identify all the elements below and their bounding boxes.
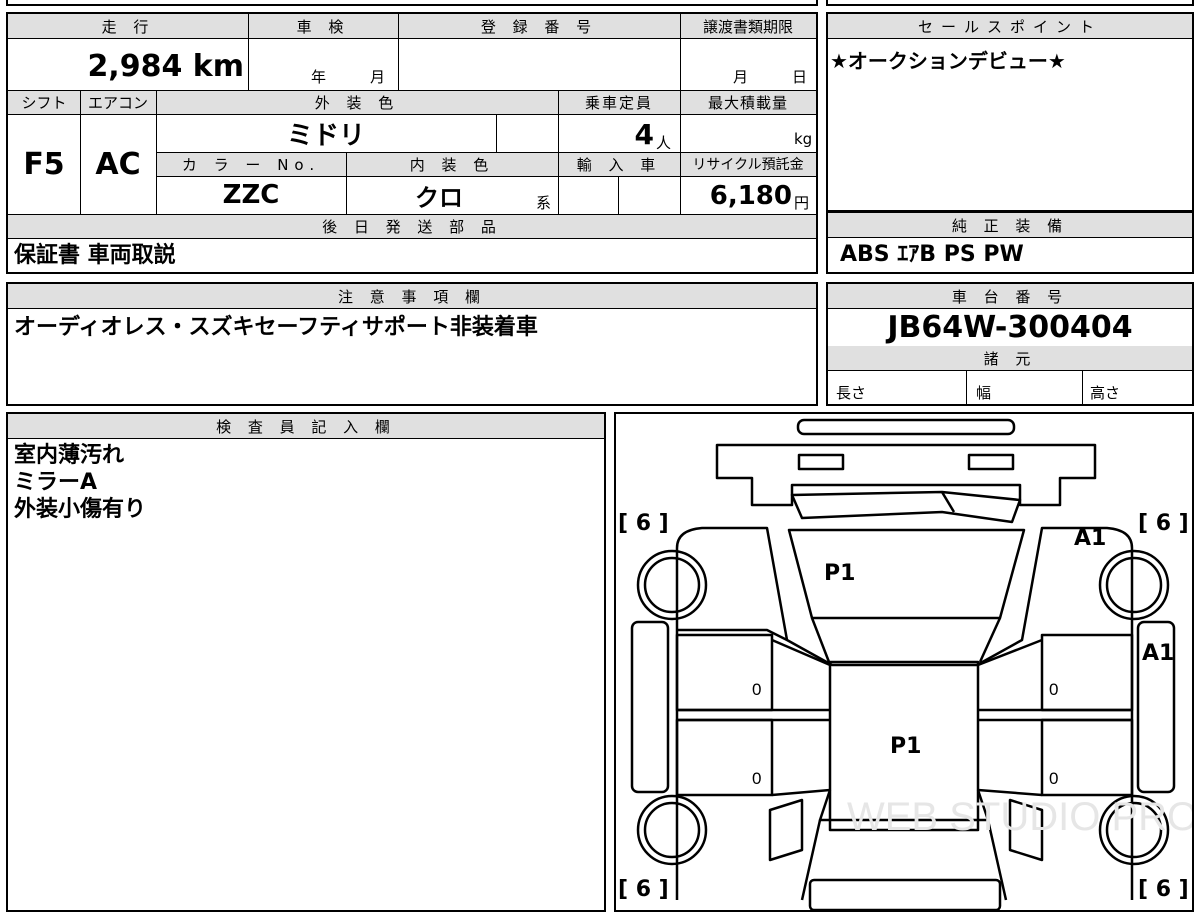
registration-header: 登 録 番 号 bbox=[398, 14, 680, 38]
capacity-header: 乗車定員 bbox=[558, 90, 680, 114]
cowl bbox=[790, 490, 1022, 524]
inspector-header: 検 査 員 記 入 欄 bbox=[8, 414, 604, 438]
import-header: 輸 入 車 bbox=[558, 152, 680, 176]
door-rear-right-mark: 0 bbox=[1049, 769, 1058, 788]
max-load-header: 最大積載量 bbox=[680, 90, 816, 114]
color-no-header: カ ラ ー No. bbox=[156, 152, 346, 176]
inspection-header: 車 検 bbox=[248, 14, 398, 38]
inspector-notes: 室内薄汚れ ミラーA 外装小傷有り bbox=[14, 442, 594, 523]
watermark: WEB STUDIO PRO bbox=[847, 795, 1192, 839]
shift-value: F5 bbox=[23, 146, 65, 182]
shift-header: シフト bbox=[8, 90, 80, 114]
inspection-year-unit: 年 bbox=[311, 68, 327, 86]
chassis-number: JB64W-300404 bbox=[887, 309, 1133, 345]
exterior-color-header: 外 装 色 bbox=[156, 90, 558, 114]
inspector-panel: 検 査 員 記 入 欄 室内薄汚れ ミラーA 外装小傷有り bbox=[6, 412, 606, 912]
sales-point-header: セールスポイント bbox=[828, 14, 1192, 38]
tire-front-left bbox=[636, 549, 708, 621]
mileage-value: 2,984 km bbox=[87, 49, 244, 84]
left-fender bbox=[630, 620, 670, 794]
aircon-header: エアコン bbox=[80, 90, 156, 114]
recycle-header: リサイクル預託金 bbox=[680, 152, 816, 176]
front-bumper bbox=[796, 418, 1016, 436]
width-label: 幅 bbox=[976, 384, 992, 402]
standard-equipment-text: ABS ｴｱB PS PW bbox=[840, 242, 1024, 267]
inspector-line: 室内薄汚れ bbox=[14, 443, 125, 468]
tire-rear-left bbox=[636, 794, 708, 866]
sales-point-text: ★オークションデビュー★ bbox=[830, 49, 1066, 73]
front-right-damage-mark: A1 bbox=[1074, 526, 1106, 551]
chassis-panel: 車 台 番 号 JB64W-300404 諸 元 長さ 幅 高さ bbox=[826, 282, 1194, 406]
spec-header: 諸 元 bbox=[828, 346, 1192, 370]
front-grille-frame bbox=[715, 443, 1097, 507]
tire-front-right bbox=[1098, 549, 1170, 621]
exterior-color-value: ミドリ bbox=[286, 120, 365, 151]
car-diagram-panel: WEB STUDIO PRO [ 6 ] [ 6 ] [ 6 ] [ 6 ] P… bbox=[614, 412, 1194, 912]
notes-header: 注 意 事 項 欄 bbox=[8, 284, 816, 308]
max-load-unit: kg bbox=[794, 130, 813, 148]
interior-color-suffix: 系 bbox=[536, 194, 552, 212]
tire-label-front-left: [ 6 ] bbox=[618, 511, 669, 536]
door-rear-left-mark: 0 bbox=[752, 769, 761, 788]
top-remnant-right bbox=[826, 0, 1194, 6]
chassis-header: 車 台 番 号 bbox=[828, 284, 1192, 308]
recycle-unit: 円 bbox=[794, 194, 810, 212]
capacity-unit: 人 bbox=[656, 134, 672, 152]
headlight-left bbox=[797, 453, 845, 471]
transfer-day-unit: 日 bbox=[792, 68, 808, 86]
interior-color-value: クロ bbox=[415, 183, 463, 212]
notes-panel: 注 意 事 項 欄 オーディオレス・スズキセーフティサポート非装着車 bbox=[6, 282, 818, 406]
transfer-month-unit: 月 bbox=[733, 68, 749, 86]
tire-label-rear-right: [ 6 ] bbox=[1138, 877, 1189, 902]
inspection-month-unit: 月 bbox=[370, 68, 386, 86]
inspector-line: 外装小傷有り bbox=[14, 497, 147, 522]
hood-damage-mark: P1 bbox=[824, 561, 855, 586]
door-front-right-mark: 0 bbox=[1049, 680, 1058, 699]
aircon-value: AC bbox=[95, 146, 141, 182]
mileage-header: 走 行 bbox=[8, 14, 248, 38]
standard-equipment-header: 純 正 装 備 bbox=[828, 213, 1192, 237]
length-label: 長さ bbox=[836, 384, 867, 402]
sales-point-panel: セールスポイント ★オークションデビュー★ bbox=[826, 12, 1194, 212]
main-table: 走 行 車 検 登 録 番 号 譲渡書類期限 2,984 km 年 月 月 日 … bbox=[6, 12, 818, 274]
capacity-value: 4 bbox=[634, 118, 654, 151]
transfer-deadline-header: 譲渡書類期限 bbox=[680, 14, 816, 38]
recycle-value: 6,180 bbox=[709, 181, 792, 211]
later-parts-header: 後 日 発 送 部 品 bbox=[8, 214, 816, 238]
color-no-value: ZZC bbox=[222, 180, 280, 210]
standard-equipment-panel: 純 正 装 備 ABS ｴｱB PS PW bbox=[826, 212, 1194, 274]
car-diagram: WEB STUDIO PRO [ 6 ] [ 6 ] [ 6 ] [ 6 ] P… bbox=[618, 418, 1192, 910]
headlight-right bbox=[967, 453, 1015, 471]
right-side-damage-mark: A1 bbox=[1142, 641, 1174, 666]
notes-text: オーディオレス・スズキセーフティサポート非装着車 bbox=[14, 315, 538, 340]
rear-bumper-center bbox=[808, 878, 1002, 910]
interior-color-header: 内 装 色 bbox=[346, 152, 558, 176]
top-remnant-row bbox=[6, 0, 818, 6]
later-parts-value: 保証書 車両取説 bbox=[14, 243, 176, 268]
door-front-left-mark: 0 bbox=[752, 680, 761, 699]
body-outline bbox=[675, 526, 1134, 900]
roof-damage-mark: P1 bbox=[890, 734, 921, 759]
height-label: 高さ bbox=[1090, 384, 1121, 402]
tire-label-front-right: [ 6 ] bbox=[1138, 511, 1189, 536]
tire-label-rear-left: [ 6 ] bbox=[618, 877, 669, 902]
inspector-line: ミラーA bbox=[14, 470, 98, 495]
